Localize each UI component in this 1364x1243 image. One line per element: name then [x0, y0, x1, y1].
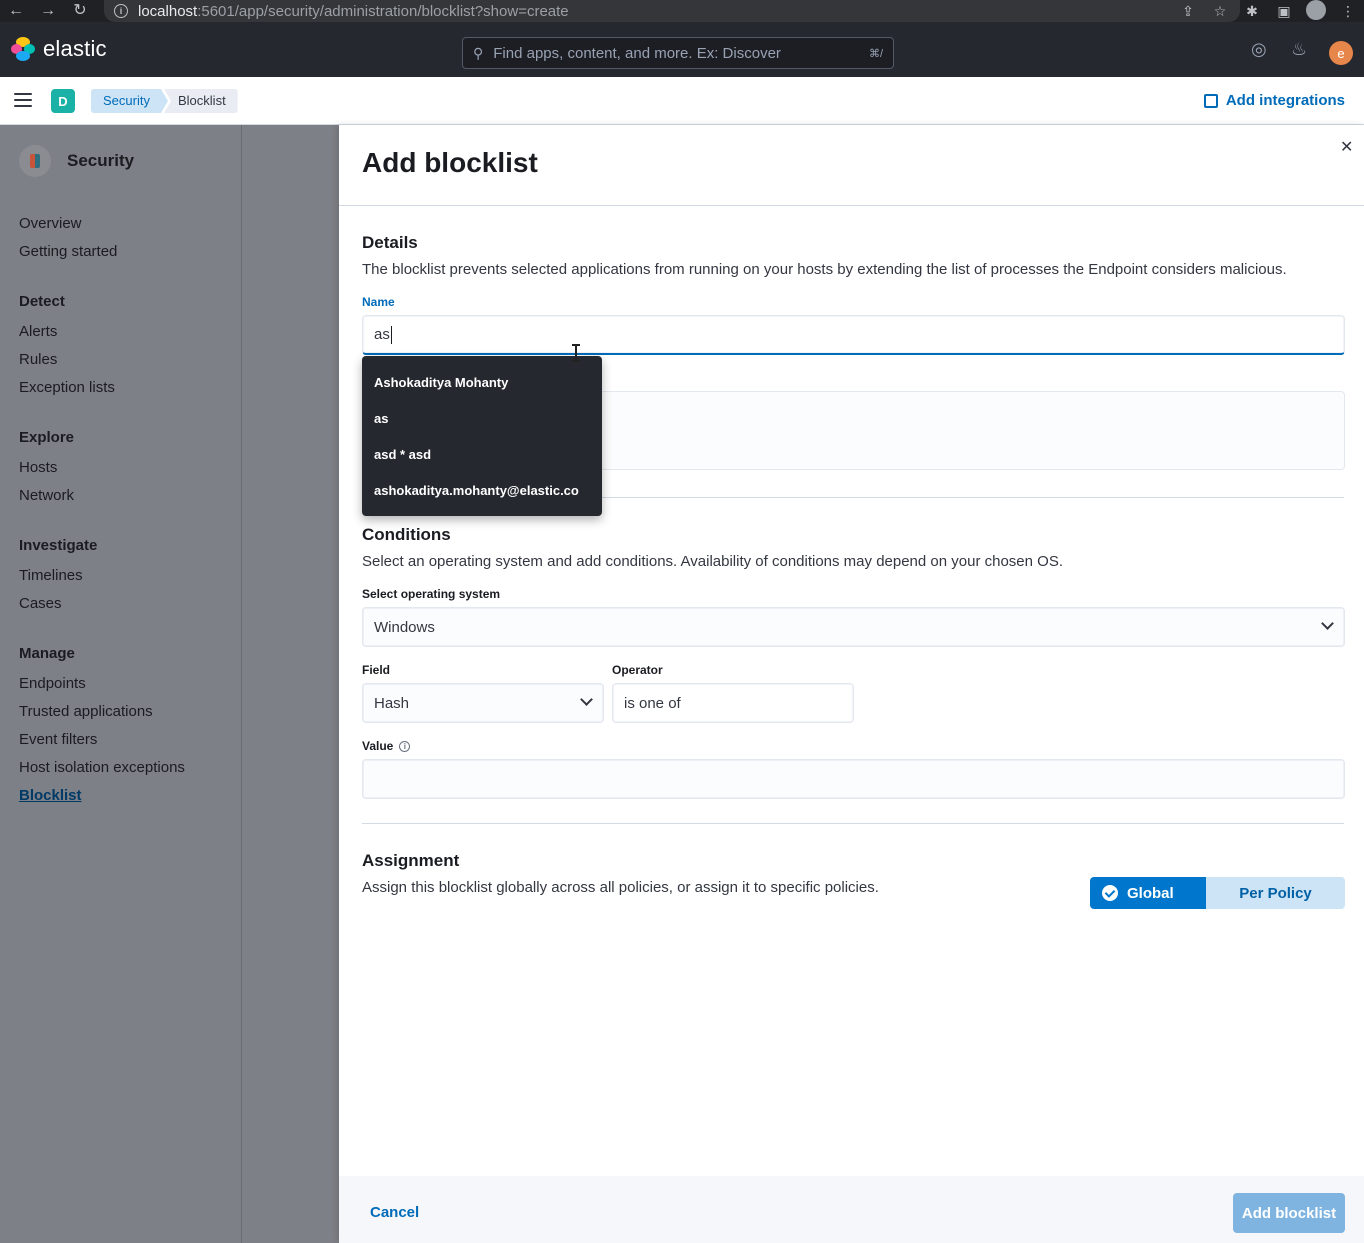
value-input[interactable]	[362, 759, 1345, 799]
chevron-down-icon	[580, 693, 593, 706]
assignment-description: Assign this blocklist globally across al…	[362, 879, 879, 896]
name-input[interactable]: as	[362, 315, 1345, 355]
sidebar-item-host-isolation-exceptions[interactable]: Host isolation exceptions	[19, 759, 185, 776]
value-label: Value i	[362, 739, 411, 753]
check-circle-icon	[1102, 885, 1118, 901]
kibana-header: elastic ⚲ Find apps, content, and more. …	[0, 22, 1364, 77]
info-icon[interactable]: i	[399, 741, 411, 753]
field-select-value: Hash	[374, 694, 410, 712]
sidebar-item-exception-lists[interactable]: Exception lists	[19, 379, 115, 396]
sidebar-item-cases[interactable]: Cases	[19, 595, 62, 612]
breadcrumb-security[interactable]: Security	[91, 89, 168, 113]
assignment-toggle: Global Per Policy	[1090, 877, 1345, 909]
sidebar-item-endpoints[interactable]: Endpoints	[19, 675, 86, 692]
sidebar-title: Security	[67, 151, 135, 170]
security-sidebar: Security Overview Getting started Detect…	[0, 125, 242, 1243]
bookmark-star-icon[interactable]: ☆	[1204, 3, 1236, 20]
details-description: The blocklist prevents selected applicat…	[362, 261, 1287, 278]
search-icon: ⚲	[473, 44, 484, 61]
os-select[interactable]: Windows	[362, 607, 1345, 647]
sidebar-group-detect: Detect	[19, 293, 65, 310]
user-avatar[interactable]: e	[1329, 41, 1353, 65]
menu-toggle-icon[interactable]	[14, 93, 32, 107]
sidebar-item-hosts[interactable]: Hosts	[19, 459, 57, 476]
close-icon[interactable]: ✕	[1340, 137, 1353, 157]
url-host: localhost	[138, 2, 198, 20]
flyout-footer: Cancel Add blocklist	[339, 1176, 1364, 1243]
integrations-icon	[1203, 93, 1218, 108]
sidebar-item-event-filters[interactable]: Event filters	[19, 731, 97, 748]
name-input-value: as	[374, 326, 390, 343]
assignment-title: Assignment	[362, 851, 460, 870]
autocomplete-option[interactable]: asd * asd	[374, 447, 431, 462]
text-cursor-icon	[572, 344, 580, 362]
sidebar-group-manage: Manage	[19, 645, 75, 662]
details-title: Details	[362, 233, 418, 252]
sidepanel-icon[interactable]: ▣	[1268, 3, 1300, 20]
global-search-input[interactable]: ⚲ Find apps, content, and more. Ex: Disc…	[462, 37, 894, 69]
address-bar[interactable]: i localhost:5601/app/security/administra…	[104, 0, 1240, 22]
sidebar-item-timelines[interactable]: Timelines	[19, 567, 83, 584]
per-policy-button[interactable]: Per Policy	[1206, 877, 1345, 909]
cancel-button[interactable]: Cancel	[370, 1204, 419, 1221]
autocomplete-option[interactable]: as	[374, 411, 388, 426]
os-select-value: Windows	[374, 618, 435, 636]
conditions-title: Conditions	[362, 525, 451, 544]
add-integrations-link[interactable]: Add integrations	[1203, 92, 1345, 109]
sidebar-item-rules[interactable]: Rules	[19, 351, 57, 368]
autocomplete-option[interactable]: Ashokaditya Mohanty	[374, 375, 508, 390]
chevron-down-icon	[1321, 617, 1334, 630]
elastic-logo[interactable]: elastic	[11, 36, 107, 62]
sidebar-item-trusted-applications[interactable]: Trusted applications	[19, 703, 153, 720]
sidebar-group-investigate: Investigate	[19, 537, 98, 554]
profile-icon[interactable]	[1300, 0, 1332, 23]
browser-menu-icon[interactable]: ⋮	[1332, 3, 1364, 20]
text-caret	[390, 325, 392, 344]
search-placeholder: Find apps, content, and more. Ex: Discov…	[493, 44, 781, 62]
name-autocomplete-list: Ashokaditya Mohanty as asd * asd ashokad…	[362, 356, 602, 516]
name-label: Name	[362, 295, 395, 309]
sidebar-item-getting-started[interactable]: Getting started	[19, 243, 117, 260]
global-label: Global	[1127, 884, 1174, 902]
reload-icon[interactable]: ↻	[64, 0, 96, 22]
field-label: Field	[362, 663, 391, 677]
search-shortcut: ⌘/	[868, 47, 883, 60]
divider	[339, 205, 1364, 206]
operator-field: is one of	[612, 683, 854, 723]
logo-text: elastic	[43, 36, 107, 61]
extensions-icon[interactable]: ✱	[1236, 3, 1268, 20]
sidebar-item-network[interactable]: Network	[19, 487, 74, 504]
elastic-logo-icon	[11, 37, 35, 61]
add-blocklist-flyout: ✕ Add blocklist Details The blocklist pr…	[339, 125, 1364, 1243]
modal-overlay[interactable]	[242, 125, 339, 1243]
sidebar-item-overview[interactable]: Overview	[19, 215, 82, 232]
sidebar-group-explore: Explore	[19, 429, 75, 446]
add-blocklist-button[interactable]: Add blocklist	[1233, 1193, 1345, 1233]
share-icon[interactable]: ⇪	[1172, 3, 1204, 20]
global-button[interactable]: Global	[1090, 877, 1206, 909]
breadcrumb-bar: D Security Blocklist Add integrations	[0, 77, 1364, 125]
space-avatar[interactable]: D	[51, 89, 75, 113]
divider	[362, 823, 1344, 824]
sidebar-item-alerts[interactable]: Alerts	[19, 323, 57, 340]
security-logo-icon	[19, 145, 51, 177]
add-integrations-label: Add integrations	[1225, 92, 1345, 109]
site-info-icon[interactable]: i	[114, 4, 128, 18]
operator-value: is one of	[624, 694, 681, 712]
url-path: :5601/app/security/administration/blockl…	[197, 2, 569, 20]
autocomplete-option[interactable]: ashokaditya.mohanty@elastic.co	[374, 483, 579, 498]
flyout-title: Add blocklist	[362, 147, 538, 178]
back-icon[interactable]: ←	[0, 0, 32, 22]
operator-label: Operator	[612, 663, 663, 677]
newsfeed-icon[interactable]: ♨	[1291, 39, 1307, 60]
forward-icon[interactable]: →	[32, 0, 64, 22]
field-select[interactable]: Hash	[362, 683, 604, 723]
sidebar-item-blocklist[interactable]: Blocklist	[19, 787, 82, 804]
help-icon[interactable]: ◎	[1251, 39, 1267, 60]
breadcrumb-blocklist: Blocklist	[164, 89, 238, 113]
conditions-description: Select an operating system and add condi…	[362, 553, 1063, 570]
os-label: Select operating system	[362, 587, 501, 601]
browser-toolbar: ← → ↻ i localhost:5601/app/security/admi…	[0, 0, 1364, 22]
